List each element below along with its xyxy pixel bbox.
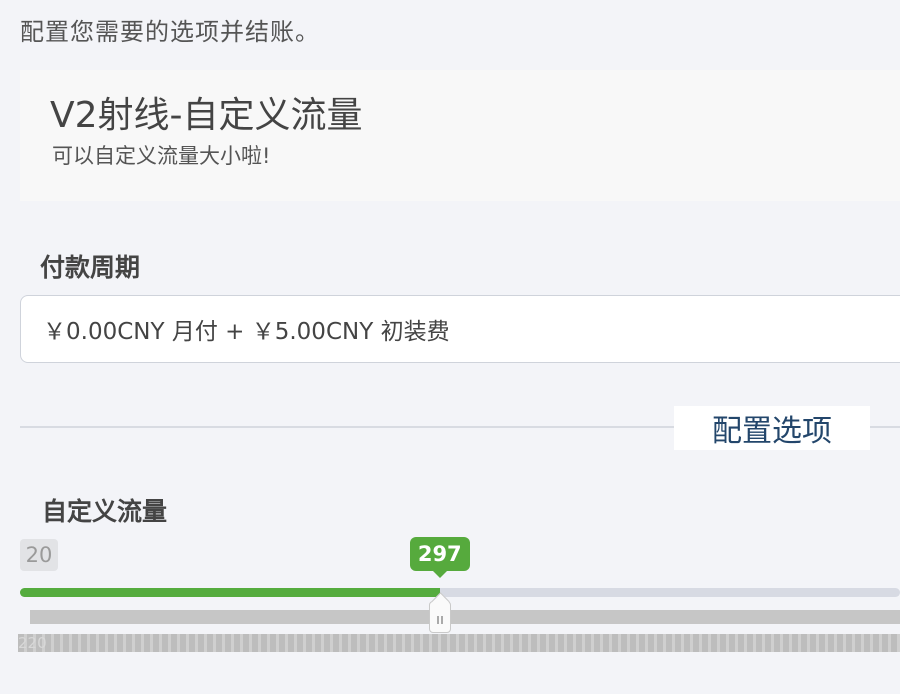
traffic-slider-fill: [20, 588, 440, 597]
traffic-slider-handle[interactable]: [428, 601, 451, 633]
custom-traffic-label: 自定义流量: [42, 497, 168, 526]
billing-cycle-label: 付款周期: [40, 253, 141, 282]
product-name: V2射线-自定义流量: [50, 95, 363, 136]
billing-cycle-value: ￥0.00CNY 月付 + ￥5.00CNY 初装费: [43, 319, 450, 345]
traffic-slider-track[interactable]: [20, 588, 900, 597]
slider-value-badge: 297: [409, 537, 470, 578]
billing-cycle-select[interactable]: ￥0.00CNY 月付 + ￥5.00CNY 初装费: [20, 295, 900, 363]
slider-min-badge: 20: [20, 539, 58, 571]
slider-tick-labels: 220: [18, 634, 900, 652]
product-tagline: 可以自定义流量大小啦!: [52, 144, 271, 168]
slider-grid-bar: [30, 610, 900, 624]
config-options-heading: 配置选项: [674, 406, 870, 450]
grip-icon: [436, 616, 443, 624]
page-intro: 配置您需要的选项并结账。: [20, 18, 320, 46]
slider-tick-label: 220: [18, 634, 47, 652]
product-card: V2射线-自定义流量 可以自定义流量大小啦!: [20, 70, 900, 201]
